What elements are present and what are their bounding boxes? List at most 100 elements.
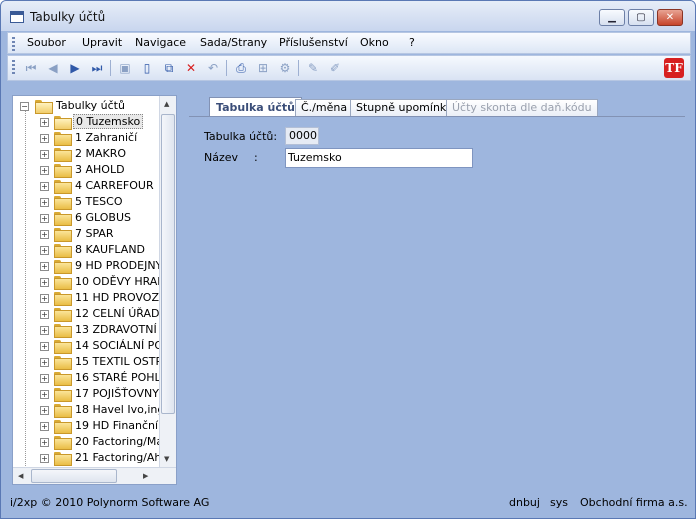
collapse-icon[interactable]: − xyxy=(20,102,29,111)
menu-prislusenstvi[interactable]: Příslušenství xyxy=(279,36,348,49)
folder-icon xyxy=(54,340,72,354)
delete-icon[interactable]: ✕ xyxy=(184,61,198,75)
edit-pencil-icon[interactable]: ✎ xyxy=(306,61,320,75)
expand-icon[interactable]: + xyxy=(40,390,49,399)
tree-root-label: Tabulky účtů xyxy=(56,99,125,112)
toolbar-separator xyxy=(226,60,227,76)
tab-cislo-mena[interactable]: Č./měna xyxy=(295,99,354,117)
tree-item-label: 11 HD PROVOZO xyxy=(75,291,168,304)
scroll-right-icon[interactable]: ▶ xyxy=(143,472,148,480)
maximize-button[interactable]: ▢ xyxy=(628,9,654,26)
tree-item-label: 8 KAUFLAND xyxy=(75,243,146,256)
tree-item-label: 19 HD Finanční xyxy=(75,419,159,432)
code-label: Tabulka účtů: xyxy=(204,130,278,143)
copy-icon[interactable]: ⧉ xyxy=(162,61,176,75)
menu-soubor[interactable]: Soubor xyxy=(27,36,66,49)
scroll-thumb[interactable] xyxy=(161,114,175,414)
expand-icon[interactable]: + xyxy=(40,182,49,191)
menu-navigace[interactable]: Navigace xyxy=(135,36,186,49)
toolbar-separator xyxy=(298,60,299,76)
tree-item-label: 2 MAKRO xyxy=(75,147,127,160)
menu-okno[interactable]: Okno xyxy=(360,36,389,49)
print-icon[interactable]: ⎙ xyxy=(234,61,248,75)
menu-grip[interactable] xyxy=(12,37,15,51)
expand-icon[interactable]: + xyxy=(40,214,49,223)
expand-icon[interactable]: + xyxy=(40,198,49,207)
next-record-icon[interactable]: ▶ xyxy=(68,61,82,75)
toolbar: ⏮ ◀ ▶ ⏭ ▣ ▯ ⧉ ✕ ↶ ⎙ ⊞ ⚙ ✎ ✐ TF xyxy=(7,55,691,81)
tree-item-label: 6 GLOBUS xyxy=(75,211,131,224)
menu-help[interactable]: ? xyxy=(409,36,415,49)
previous-record-icon[interactable]: ◀ xyxy=(46,61,60,75)
tree-horizontal-scrollbar[interactable]: ◀ ▶ xyxy=(13,467,176,484)
expand-icon[interactable]: + xyxy=(40,150,49,159)
expand-icon[interactable]: + xyxy=(40,134,49,143)
folder-icon xyxy=(54,260,72,274)
expand-icon[interactable]: + xyxy=(40,438,49,447)
toolbar-grip[interactable] xyxy=(12,60,15,74)
expand-icon[interactable]: + xyxy=(40,358,49,367)
code-value: 0000 xyxy=(285,127,319,145)
tab-tabulka-uctu[interactable]: Tabulka účtů xyxy=(209,97,302,118)
tree-structure-icon[interactable]: ⊞ xyxy=(256,61,270,75)
save-icon[interactable]: ▣ xyxy=(118,61,132,75)
minimize-button[interactable]: ▁ xyxy=(599,9,625,26)
folder-icon xyxy=(54,292,72,306)
folder-icon xyxy=(54,164,72,178)
folder-icon xyxy=(54,404,72,418)
title-bar: Tabulky účtů ▁ ▢ ✕ xyxy=(1,1,695,31)
expand-icon[interactable]: + xyxy=(40,406,49,415)
last-record-icon[interactable]: ⏭ xyxy=(90,61,104,75)
tree-item-label: 18 Havel Ivo,ing. xyxy=(75,403,168,416)
folder-icon xyxy=(54,308,72,322)
menu-sada-strany[interactable]: Sada/Strany xyxy=(200,36,267,49)
folder-icon xyxy=(54,452,72,466)
first-record-icon[interactable]: ⏮ xyxy=(24,61,38,75)
expand-icon[interactable]: + xyxy=(40,262,49,271)
expand-icon[interactable]: + xyxy=(40,118,49,127)
tree-vertical-scrollbar[interactable]: ▲ ▼ xyxy=(159,96,176,468)
name-label: Název xyxy=(204,151,239,164)
folder-icon xyxy=(54,196,72,210)
expand-icon[interactable]: + xyxy=(40,310,49,319)
expand-icon[interactable]: + xyxy=(40,342,49,351)
folder-icon xyxy=(54,212,72,226)
tree-item-label: 0 Tuzemsko xyxy=(73,114,144,129)
account-tables-tree[interactable]: − Tabulky účtů +0 Tuzemsko +1 Zahraničí +2… xyxy=(12,95,177,485)
edit-clear-icon[interactable]: ✐ xyxy=(328,61,342,75)
expand-icon[interactable]: + xyxy=(40,326,49,335)
name-input[interactable]: Tuzemsko xyxy=(285,148,473,168)
folder-icon xyxy=(54,132,72,146)
expand-icon[interactable]: + xyxy=(40,374,49,383)
expand-icon[interactable]: + xyxy=(40,246,49,255)
expand-icon[interactable]: + xyxy=(40,230,49,239)
expand-icon[interactable]: + xyxy=(40,422,49,431)
app-window: Tabulky účtů ▁ ▢ ✕ Soubor Upravit Naviga… xyxy=(0,0,696,519)
new-document-icon[interactable]: ▯ xyxy=(140,61,154,75)
tab-ucty-skonta: Účty skonta dle daň.kódu xyxy=(446,99,598,117)
tab-strip: Tabulka účtů Č./měna Stupně upomínky Účt… xyxy=(187,97,687,118)
tree-guide-line xyxy=(25,110,26,470)
close-button[interactable]: ✕ xyxy=(657,9,683,26)
scroll-down-icon[interactable]: ▼ xyxy=(164,455,169,463)
tree-item-label: 21 Factoring/Ahol xyxy=(75,451,172,464)
folder-icon xyxy=(54,228,72,242)
folder-icon xyxy=(54,436,72,450)
expand-icon[interactable]: + xyxy=(40,278,49,287)
scroll-thumb[interactable] xyxy=(31,469,117,483)
menu-upravit[interactable]: Upravit xyxy=(82,36,122,49)
tree-item-label: 15 TEXTIL OSTR xyxy=(75,355,164,368)
status-bar: i/2xp © 2010 Polynorm Software AG dnbuj … xyxy=(1,491,695,518)
status-user: dnbuj xyxy=(509,496,540,509)
expand-icon[interactable]: + xyxy=(40,454,49,463)
detail-panel: Tabulka účtů Č./měna Stupně upomínky Účt… xyxy=(187,95,687,491)
undo-icon[interactable]: ↶ xyxy=(206,61,220,75)
expand-icon[interactable]: + xyxy=(40,166,49,175)
scroll-left-icon[interactable]: ◀ xyxy=(18,472,23,480)
tab-stupne-upominky[interactable]: Stupně upomínky xyxy=(350,99,459,117)
status-system: sys xyxy=(550,496,568,509)
scroll-up-icon[interactable]: ▲ xyxy=(164,100,169,108)
gear-icon[interactable]: ⚙ xyxy=(278,61,292,75)
folder-icon xyxy=(54,244,72,258)
expand-icon[interactable]: + xyxy=(40,294,49,303)
